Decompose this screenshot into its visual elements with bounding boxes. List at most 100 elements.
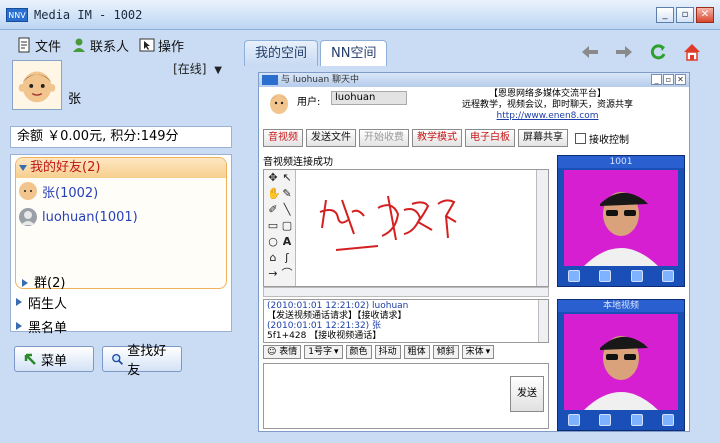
user-value-field: luohuan (331, 91, 407, 105)
user-avatar[interactable] (12, 60, 62, 110)
friend-group: 我的好友(2) 张(1002) luohuan(1001) 群(2) (15, 157, 227, 291)
chat-minimize-button[interactable]: _ (651, 74, 662, 85)
local-video-feed (564, 314, 678, 410)
video-button[interactable]: 音视频 (263, 129, 303, 147)
message-log-scrollbar[interactable] (538, 300, 548, 342)
mic-icon[interactable] (630, 270, 643, 282)
friend-avatar (19, 182, 37, 200)
chat-window: 与 luohuan 聊天中 _ ▫ ✕ 用户: luohuan 【恩恩网络多媒体… (258, 72, 690, 432)
collapse-icon (22, 279, 28, 287)
peer-avatar (270, 94, 288, 114)
menu-operate-label: 操作 (158, 39, 185, 55)
receive-control-label: 接收控制 (589, 134, 629, 146)
curve-tool-icon[interactable]: ʃ (281, 252, 293, 264)
whiteboard-button[interactable]: 电子白板 (465, 129, 515, 147)
hand-tool-icon[interactable]: ✋ (267, 188, 281, 200)
receive-control-checkbox[interactable]: 接收控制 (575, 131, 629, 146)
font-family-select[interactable]: 宋体 (461, 345, 495, 359)
brush-tool-icon[interactable]: ✐ (267, 204, 279, 216)
whiteboard-scrollbar[interactable] (536, 170, 548, 286)
strangers-group[interactable]: 陌生人 (16, 290, 67, 314)
user-icon[interactable] (599, 270, 612, 282)
search-icon (112, 353, 124, 365)
checkbox-box (575, 132, 586, 144)
font-size-select[interactable]: 1号字 (304, 345, 343, 359)
banner-url[interactable]: http://www.enen8.com (462, 111, 633, 122)
close-button[interactable]: ✕ (696, 7, 714, 23)
message-input[interactable]: 发送 (263, 363, 549, 429)
friend-group-header[interactable]: 我的好友(2) (16, 158, 226, 178)
maximize-button[interactable]: ▫ (676, 7, 694, 23)
arrow-tool-icon[interactable]: → (267, 268, 279, 280)
profile-card: 张 [在线] ▼ (10, 58, 230, 116)
pen-tool-icon[interactable]: ✎ (281, 188, 293, 200)
chat-maximize-button[interactable]: ▫ (663, 74, 674, 85)
home-icon[interactable] (682, 42, 702, 62)
minimize-button[interactable]: _ (656, 7, 674, 23)
menu-operate[interactable]: 操作 (139, 36, 184, 55)
blacklist-group[interactable]: 黑名单 (16, 314, 67, 338)
user-label: 用户: (297, 97, 321, 108)
menu-contacts[interactable]: 联系人 (71, 36, 129, 55)
emotion-button[interactable]: ☺ 表情 (263, 345, 302, 359)
menu-file[interactable]: 文件 (16, 36, 61, 55)
mic-icon[interactable] (630, 414, 643, 426)
bottom-buttons: 菜单 查找好友 (14, 344, 182, 378)
refresh-icon[interactable] (648, 42, 668, 62)
chat-title-bar: 与 luohuan 聊天中 _ ▫ ✕ (259, 73, 689, 87)
balance-info: 余额 ￥0.00元, 积分:149分 (10, 126, 232, 148)
tab-bar: 我的空间 NN空间 (244, 40, 388, 66)
banner-line1: 【恩恩网络多媒体交流平台】 (488, 89, 606, 99)
forward-arrow-icon[interactable] (614, 42, 634, 62)
start-charge-button[interactable]: 开始收费 (359, 129, 409, 147)
rect-tool-icon[interactable]: ▭ (267, 220, 279, 232)
camera-icon[interactable] (567, 270, 580, 282)
send-file-button[interactable]: 发送文件 (306, 129, 356, 147)
whiteboard-hscrollbar[interactable] (263, 287, 549, 297)
ellipse-tool-icon[interactable]: ○ (267, 236, 279, 248)
teach-mode-button[interactable]: 教学模式 (412, 129, 462, 147)
whiteboard-canvas[interactable] (296, 170, 536, 286)
emotion-label: 表情 (279, 347, 298, 357)
chevron-down-icon: ▼ (214, 65, 222, 76)
tab-my-space[interactable]: 我的空间 (244, 40, 319, 66)
friend-label: luohuan(1001) (42, 209, 138, 225)
log-line: (2010:01:01 12:21:02) luohuan (267, 301, 409, 311)
speaker-icon[interactable] (662, 414, 675, 426)
speaker-icon[interactable] (662, 270, 675, 282)
round-rect-tool-icon[interactable]: ▢ (281, 220, 293, 232)
online-status-select[interactable]: [在线] ▼ (173, 60, 222, 77)
find-friend-button[interactable]: 查找好友 (102, 344, 182, 378)
collapse-icon (16, 298, 22, 306)
shake-button[interactable]: 抖动 (374, 345, 401, 359)
italic-button[interactable]: 倾斜 (432, 345, 459, 359)
select-tool-icon[interactable]: ↖ (281, 172, 293, 184)
tab-nn-space[interactable]: NN空间 (320, 40, 388, 66)
user-name: 张 (68, 92, 82, 107)
text-tool-icon[interactable]: A (281, 236, 293, 248)
back-arrow-icon[interactable] (580, 42, 600, 62)
friend-item[interactable]: 张(1002) (16, 178, 226, 204)
camera-icon[interactable] (567, 414, 580, 426)
line-tool-icon[interactable]: ╲ (281, 204, 293, 216)
window-controls: _ ▫ ✕ (656, 7, 714, 23)
menu-button[interactable]: 菜单 (14, 346, 94, 372)
group-chats[interactable]: 群(2) (22, 272, 65, 291)
color-button[interactable]: 颜色 (345, 345, 372, 359)
move-tool-icon[interactable]: ✥ (267, 172, 279, 184)
screen-share-button[interactable]: 屏幕共享 (518, 129, 568, 147)
bold-button[interactable]: 粗体 (403, 345, 430, 359)
contact-icon (73, 38, 86, 52)
send-button[interactable]: 发送 (510, 376, 544, 412)
pointer-icon (139, 38, 155, 52)
fill-tool-icon[interactable]: ⌂ (267, 252, 279, 264)
chat-close-button[interactable]: ✕ (675, 74, 686, 85)
chat-toolbar: 音视频 发送文件 开始收费 教学模式 电子白板 屏幕共享 接收控制 (263, 129, 629, 147)
friend-item[interactable]: luohuan(1001) (16, 204, 226, 230)
message-log: (2010:01:01 12:21:02) luohuan 【发送视频通话请求】… (263, 299, 549, 343)
remote-video-header: 1001 (558, 156, 684, 168)
left-panel: 文件 联系人 操作 张 [在线] ▼ 余额 ￥0.00元, 积分:149分 我的… (10, 34, 232, 438)
user-icon[interactable] (599, 414, 612, 426)
strangers-label: 陌生人 (28, 296, 68, 312)
arc-tool-icon[interactable]: ⌒ (281, 268, 293, 280)
